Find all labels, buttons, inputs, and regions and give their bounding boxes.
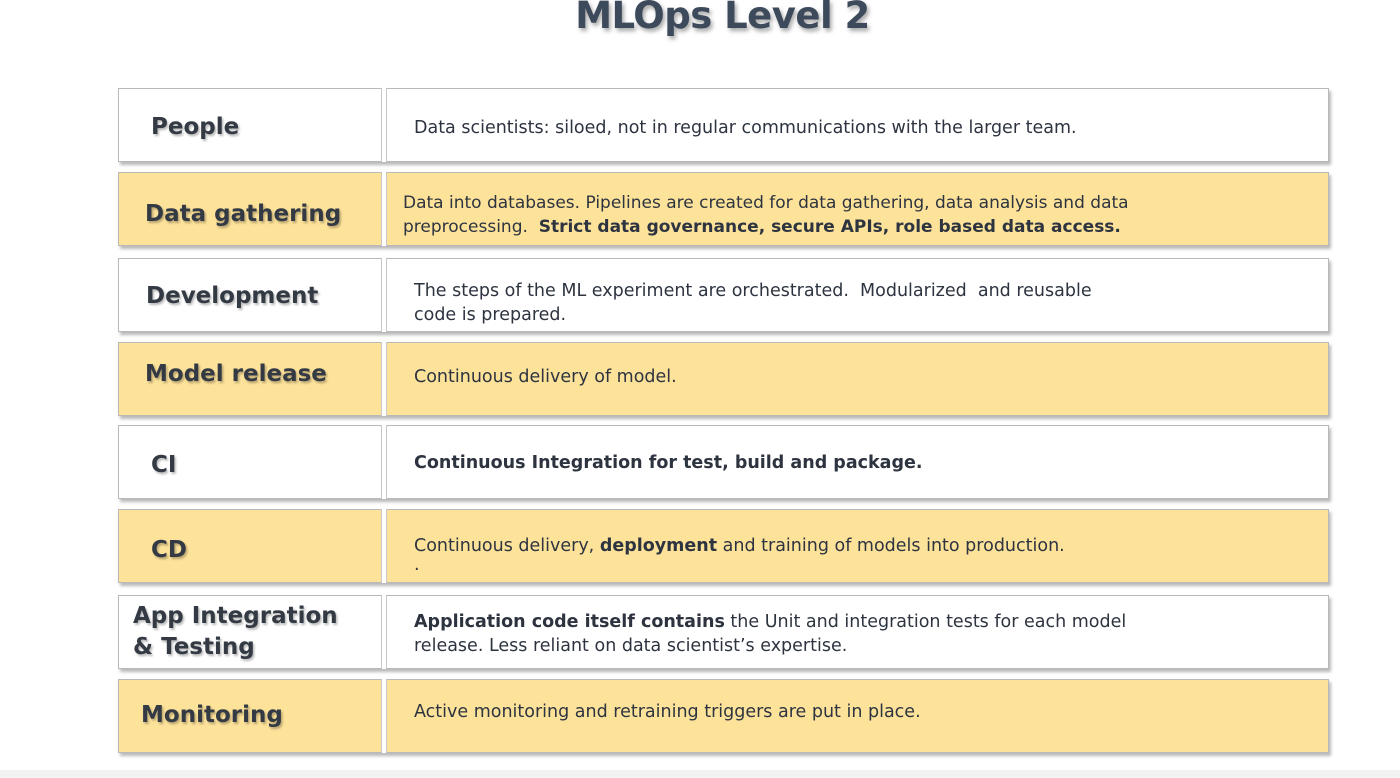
row-label-app-integration: App Integration & Testing [133,601,338,663]
description-line: Data scientists: siloed, not in regular … [414,118,1077,138]
table-row: CD Continuous delivery, deployment and t… [118,509,1329,583]
row-description-ci: Continuous Integration for test, build a… [414,451,923,475]
table-row: Data gathering Data into databases. Pipe… [118,172,1329,246]
description-emphasis: Application code itself contains [414,612,725,632]
row-description-monitoring: Active monitoring and retraining trigger… [414,700,921,724]
row-description-development: The steps of the ML experiment are orche… [414,279,1092,327]
description-line: preprocessing. Strict data governance, s… [403,215,1129,239]
description-line: release. Less reliant on data scientist’… [414,636,848,656]
description-line: . [414,555,420,575]
label-line: & Testing [133,634,255,660]
table-row: Model release Continuous delivery of mod… [118,342,1329,416]
description-line: Application code itself contains the Uni… [414,610,1126,634]
column-divider [381,258,387,332]
column-divider [381,88,387,162]
row-label-people: People [151,114,240,140]
description-emphasis: deployment [599,536,718,556]
row-label-data-gathering: Data gathering [145,201,342,227]
table-row: Monitoring Active monitoring and retrain… [118,679,1329,753]
description-line: Continuous delivery, deployment and trai… [414,534,1065,558]
label-line: App Integration [133,603,338,629]
column-divider [381,679,387,753]
column-divider [381,342,387,416]
description-line: Active monitoring and retraining trigger… [414,702,921,722]
row-description-model-release: Continuous delivery of model. [414,365,677,389]
row-label-ci: CI [151,452,177,478]
description-line: Data into databases. Pipelines are creat… [403,193,1129,213]
row-label-development: Development [146,283,319,309]
description-emphasis: Continuous Integration for test, build a… [414,453,923,473]
description-line: Continuous delivery of model. [414,367,677,387]
column-divider [381,425,387,499]
page-title: MLOps Level 2 [575,0,870,37]
row-description-data-gathering: Data into databases. Pipelines are creat… [403,191,1129,239]
table-row: Development The steps of the ML experime… [118,258,1329,332]
row-description-cd: Continuous delivery, deployment and trai… [414,534,1065,575]
row-description-app-integration: Application code itself contains the Uni… [414,610,1126,658]
description-text: preprocessing. [403,217,539,237]
description-line: code is prepared. [414,305,567,325]
column-divider [381,595,387,669]
row-label-monitoring: Monitoring [141,702,283,728]
row-label-model-release: Model release [145,361,327,387]
row-label-cd: CD [151,537,187,563]
column-divider [381,172,387,246]
description-text: Continuous delivery, [414,536,600,556]
row-description-people: Data scientists: siloed, not in regular … [414,116,1077,140]
table-row: App Integration & Testing Application co… [118,595,1329,669]
table-row: CI Continuous Integration for test, buil… [118,425,1329,499]
description-text: the Unit and integration tests for each … [724,612,1127,632]
description-emphasis: Strict data governance, secure APIs, rol… [538,217,1121,237]
description-line: The steps of the ML experiment are orche… [414,281,1092,301]
column-divider [381,509,387,583]
bottom-band [0,770,1400,778]
table-row: People Data scientists: siloed, not in r… [118,88,1329,162]
description-text: and training of models into production. [717,536,1065,556]
